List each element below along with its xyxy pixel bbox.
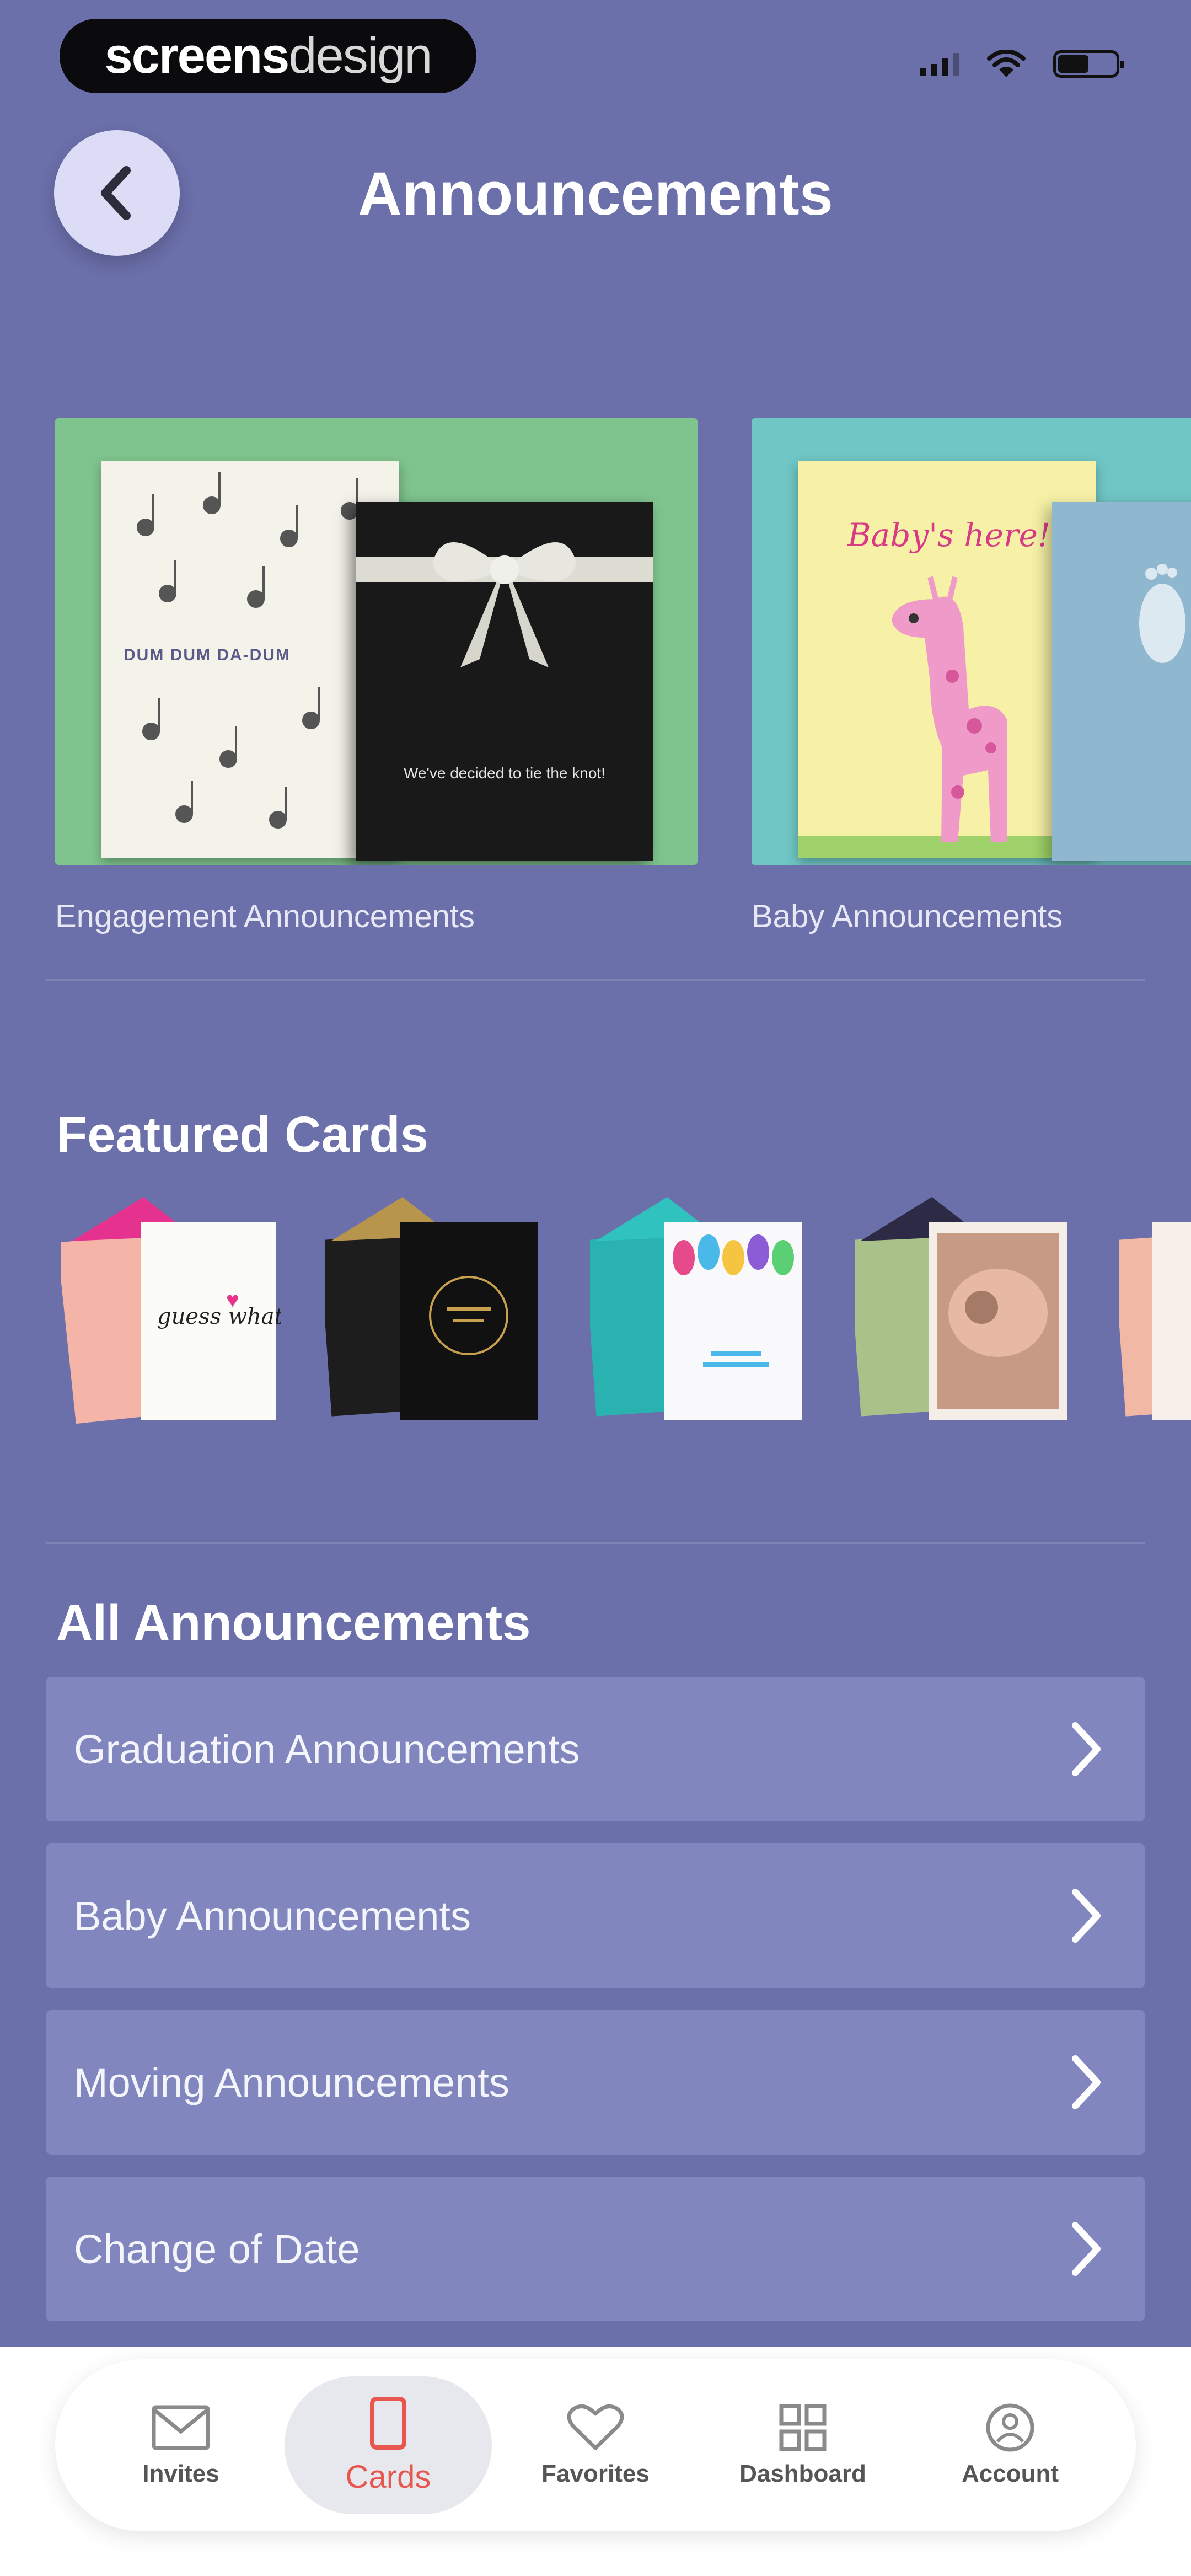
chevron-right-icon [1072,2055,1101,2109]
chevron-right-icon [1072,1889,1101,1943]
category-card-engagement[interactable]: DUM DUM DA-DUM We've decided to tie the … [55,418,698,935]
guess-what-card-image: guess what? ♥ [61,1197,296,1424]
category-label: Engagement Announcements [55,899,475,934]
list-item-graduation[interactable]: Graduation Announcements [46,1677,1145,1821]
list-item-label: Baby Announcements [74,1893,471,1939]
list-item-label: Moving Announcements [74,2059,509,2105]
category-carousel[interactable]: DUM DUM DA-DUM We've decided to tie the … [55,418,1191,948]
announcements-list: Graduation Announcements Baby Announceme… [46,1677,1145,2343]
featured-carousel[interactable]: guess what? ♥ [61,1197,1191,1429]
user-icon [986,2403,1034,2452]
all-announcements-title: All Announcements [56,1595,531,1651]
chevron-right-icon [1072,2222,1101,2276]
divider [46,979,1145,981]
brand-watermark: screens design [60,19,476,93]
black-gold-card-image [319,1197,538,1420]
wifi-icon [987,50,1026,77]
featured-title: Featured Cards [56,1107,428,1163]
baby-photo-card-image [849,1197,1067,1420]
envelope-icon [152,2405,210,2450]
featured-card[interactable] [1113,1197,1191,1429]
featured-card[interactable] [849,1197,1075,1429]
category-label: Baby Announcements [752,899,1063,934]
baby-card-image: Baby's here! [752,418,1191,865]
balloons-card-image [584,1197,802,1420]
tab-cards[interactable]: Cards [285,2376,492,2514]
signal-icon [920,52,959,76]
ribbon-card-text: We've decided to tie the knot! [404,765,605,782]
tab-label: Dashboard [739,2460,866,2487]
battery-icon [1053,50,1124,78]
heart-icon [567,2404,624,2450]
featured-card[interactable]: guess what? ♥ [61,1197,296,1429]
chevron-right-icon [1072,1722,1101,1776]
tab-label: Cards [345,2459,431,2495]
grid-icon [779,2404,827,2451]
list-item-change-of-date[interactable]: Change of Date [46,2177,1145,2321]
music-card-text: DUM DUM DA-DUM [124,646,291,664]
category-card-baby[interactable]: Baby's here! Baby Announcements [752,418,1191,935]
divider [46,1542,1145,1544]
partial-card-image [1113,1222,1191,1420]
brand-light: design [288,28,432,84]
list-item-moving[interactable]: Moving Announcements [46,2010,1145,2155]
tab-label: Invites [142,2460,219,2487]
guess-what-text: guess what? [157,1304,281,1329]
featured-card[interactable] [319,1197,546,1429]
list-item-baby[interactable]: Baby Announcements [46,1843,1145,1988]
tab-label: Account [962,2460,1059,2487]
giraffe-card: Baby's here! [798,461,1096,858]
brand-bold: screens [104,28,290,84]
card-icon [370,2396,406,2450]
page-title: Announcements [358,160,833,228]
list-item-label: Change of Date [74,2226,360,2272]
tab-invites[interactable]: Invites [77,2376,285,2514]
status-icons [920,50,1124,78]
tab-dashboard[interactable]: Dashboard [699,2376,906,2514]
status-bar: screens design [0,17,1191,99]
header: Announcements [0,127,1191,259]
music-card: DUM DUM DA-DUM [101,461,399,858]
featured-card[interactable] [584,1197,811,1429]
giraffe-card-text: Baby's here! [847,516,1051,554]
tab-account[interactable]: Account [906,2376,1114,2514]
tab-bar: Invites Cards Favorites Dashboard Accoun… [55,2359,1136,2531]
tab-bar-area: Invites Cards Favorites Dashboard Accoun… [0,2347,1191,2576]
tab-favorites[interactable]: Favorites [492,2376,699,2514]
engagement-card-image: DUM DUM DA-DUM We've decided to tie the … [55,418,698,865]
svg-text:♥: ♥ [226,1288,239,1312]
footprint-card [1052,502,1191,861]
bow-icon [356,542,653,667]
black-ribbon-card: We've decided to tie the knot! [356,502,653,861]
list-item-label: Graduation Announcements [74,1726,580,1772]
footprint-icon [1139,564,1185,663]
tab-label: Favorites [541,2460,650,2487]
